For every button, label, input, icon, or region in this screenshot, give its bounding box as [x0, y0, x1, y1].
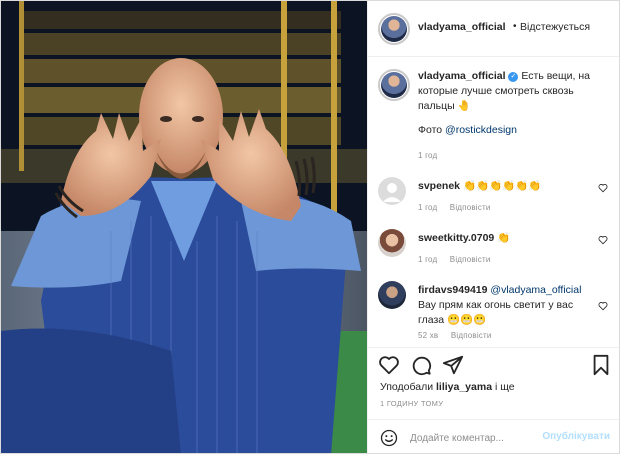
- like-heart-icon[interactable]: [378, 354, 400, 376]
- comment-like-heart-icon[interactable]: [598, 183, 608, 193]
- instagram-post-modal: vladyama_official • Відстежується vladya…: [0, 0, 620, 454]
- likes-summary: Уподобали liliya_yama і ще: [380, 381, 515, 393]
- photo-credit-line: Фото @rostickdesign: [418, 123, 612, 138]
- comment-bubble-icon[interactable]: [410, 354, 432, 376]
- comment-body: Вау прям как огонь светит у вас глаза: [418, 299, 574, 326]
- reply-button[interactable]: Відповісти: [450, 203, 491, 212]
- comment-time[interactable]: 52 хв: [418, 331, 438, 340]
- post-photo[interactable]: [1, 1, 367, 453]
- comment-like-heart-icon[interactable]: [598, 301, 608, 311]
- author-avatar[interactable]: [378, 13, 410, 45]
- comment-avatar[interactable]: [378, 281, 406, 309]
- comment-text: sweetkitty.0709 👏: [418, 231, 594, 246]
- likes-prefix: Уподобали: [380, 381, 436, 393]
- caption-time[interactable]: 1 год: [418, 151, 437, 160]
- comment-username[interactable]: sweetkitty.0709: [418, 232, 494, 244]
- comment-username[interactable]: firdavs949419: [418, 284, 487, 296]
- comment-avatar[interactable]: [378, 229, 406, 257]
- post-timestamp[interactable]: 1 ГОДИНУ ТОМУ: [380, 399, 443, 408]
- comment-meta: 1 год Відповісти: [418, 203, 501, 212]
- comment-emoji: 😬😬😬: [447, 314, 487, 326]
- save-bookmark-icon[interactable]: [590, 354, 612, 376]
- caption-meta: 1 год: [418, 151, 447, 160]
- comment-body: 👏👏👏👏👏👏: [462, 180, 542, 192]
- add-comment-bar: Опублікувати: [368, 419, 619, 453]
- comment-like-heart-icon[interactable]: [598, 235, 608, 245]
- comment-time[interactable]: 1 год: [418, 255, 437, 264]
- caption-text: vladyama_official ✓ Есть вещи, на которы…: [418, 69, 612, 114]
- post-side-panel: vladyama_official • Відстежується vladya…: [367, 1, 619, 453]
- author-username[interactable]: vladyama_official: [418, 21, 506, 33]
- following-button[interactable]: Відстежується: [520, 21, 590, 33]
- comment-meta: 52 хв Відповісти: [418, 331, 502, 340]
- comment-mention-link[interactable]: @vladyama_official: [490, 284, 581, 296]
- share-paper-plane-icon[interactable]: [442, 354, 464, 376]
- caption-emoji: 🤚: [457, 100, 471, 112]
- verified-badge-icon: ✓: [508, 72, 519, 82]
- comment-input[interactable]: [410, 429, 550, 447]
- caption-username[interactable]: vladyama_official: [418, 70, 506, 82]
- post-comment-button[interactable]: Опублікувати: [542, 431, 610, 442]
- photo-credit-link[interactable]: @rostickdesign: [445, 124, 517, 136]
- header-separator: •: [513, 21, 517, 32]
- comment-avatar[interactable]: [378, 177, 406, 205]
- caption-avatar[interactable]: [378, 69, 410, 101]
- reply-button[interactable]: Відповісти: [450, 255, 491, 264]
- comment-text: firdavs949419 @vladyama_official Вау пря…: [418, 283, 594, 328]
- comment-time[interactable]: 1 год: [418, 203, 437, 212]
- post-header: vladyama_official • Відстежується: [368, 1, 619, 57]
- comment-meta: 1 год Відповісти: [418, 255, 501, 264]
- photo-illustration: [1, 1, 367, 453]
- comment-text: svpenek 👏👏👏👏👏👏: [418, 179, 594, 194]
- photo-credit-prefix: Фото: [418, 124, 446, 136]
- likes-others-link[interactable]: і ще: [492, 381, 515, 393]
- likes-user-link[interactable]: liliya_yama: [436, 381, 492, 393]
- emoji-smile-icon[interactable]: [380, 429, 398, 447]
- post-action-bar: [368, 347, 619, 379]
- default-avatar-icon: [383, 183, 401, 202]
- comments-list[interactable]: vladyama_official ✓ Есть вещи, на которы…: [368, 57, 619, 347]
- comment-body: 👏: [497, 232, 511, 244]
- comment-username[interactable]: svpenek: [418, 180, 460, 192]
- reply-button[interactable]: Відповісти: [451, 331, 492, 340]
